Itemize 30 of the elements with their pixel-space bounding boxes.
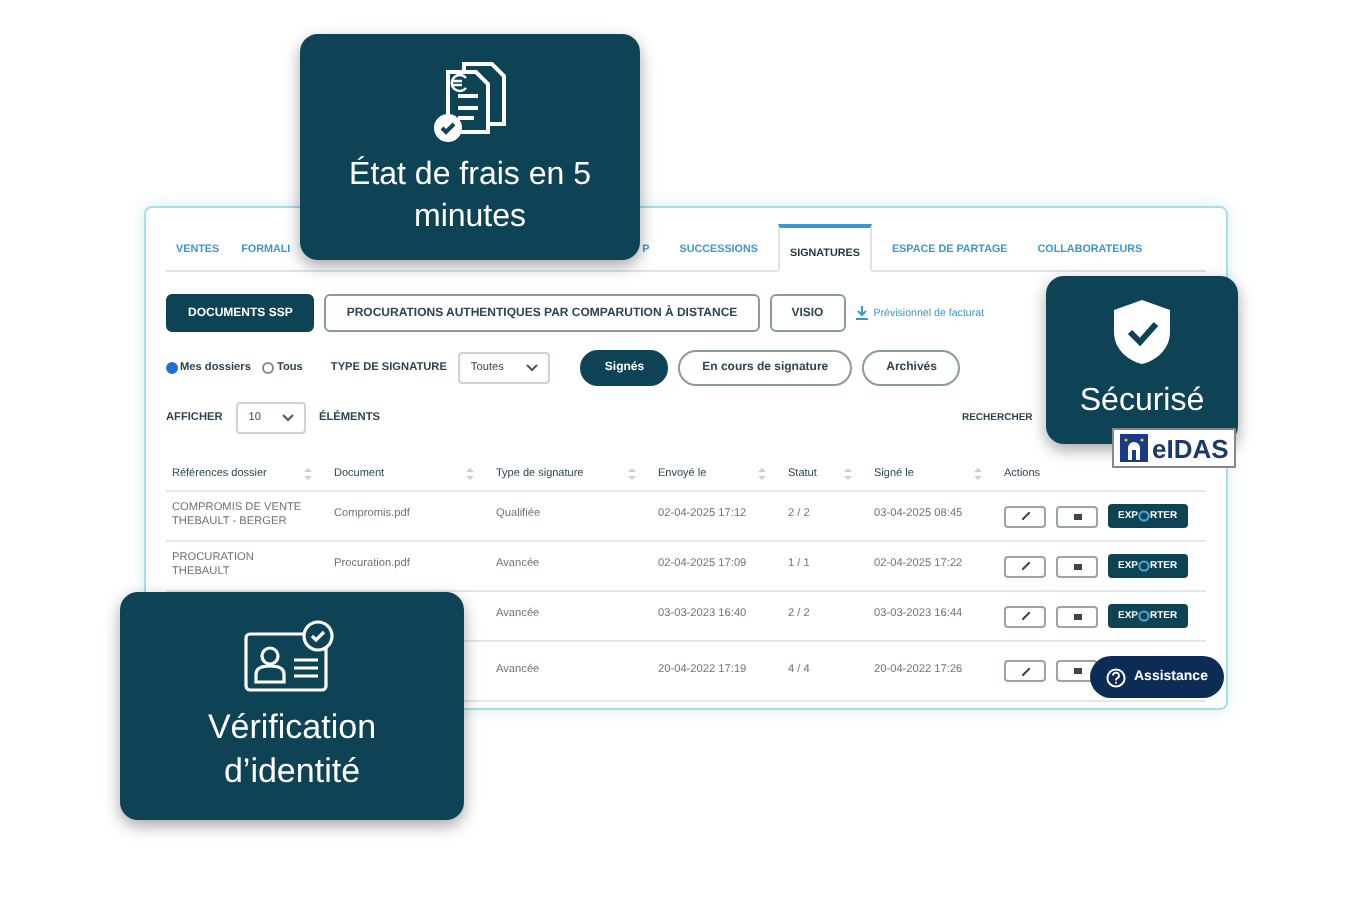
document-button[interactable] <box>1056 605 1098 627</box>
shield-icon <box>1112 297 1172 366</box>
feature-title: État de frais en 5 minutes <box>348 155 592 237</box>
eidas-badge: eIDAS <box>1112 428 1237 468</box>
square-icon <box>1073 563 1081 569</box>
loading-icon <box>1138 560 1151 572</box>
caret-icon <box>526 364 539 372</box>
square-icon <box>1073 513 1081 519</box>
radio-icon[interactable] <box>262 362 275 374</box>
loading-icon <box>1138 610 1151 622</box>
edit-button[interactable] <box>1004 605 1046 627</box>
document-button[interactable] <box>1056 505 1098 527</box>
pen-icon <box>1021 562 1029 570</box>
edit-button[interactable] <box>1004 660 1046 682</box>
document-button[interactable] <box>1056 660 1098 682</box>
pen-icon <box>1021 612 1029 620</box>
document-button[interactable] <box>1056 555 1098 577</box>
pen-icon <box>1021 512 1029 520</box>
square-icon <box>1073 613 1081 619</box>
edit-button[interactable] <box>1004 555 1046 577</box>
square-icon <box>1073 668 1081 674</box>
caret-icon <box>281 414 294 422</box>
edit-button[interactable] <box>1004 505 1046 527</box>
feature-title: Vérification d’identité <box>205 705 379 794</box>
pen-icon <box>1021 667 1029 675</box>
feature-title: Sécurisé <box>1079 381 1205 422</box>
radio-icon[interactable] <box>166 362 178 374</box>
loading-icon <box>1138 510 1151 522</box>
help-icon <box>1106 667 1126 687</box>
download-icon <box>855 306 868 320</box>
